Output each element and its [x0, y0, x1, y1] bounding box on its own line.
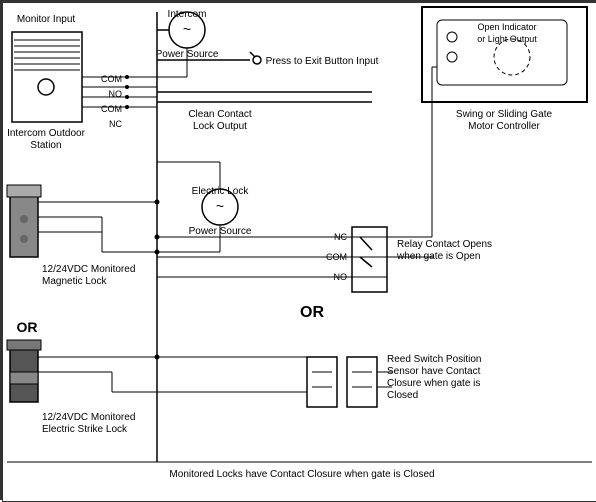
- svg-text:Lock Output: Lock Output: [193, 121, 247, 132]
- svg-text:Press to Exit Button Input: Press to Exit Button Input: [266, 56, 379, 67]
- svg-text:Relay Contact Opens: Relay Contact Opens: [397, 239, 492, 250]
- svg-text:or Light Output: or Light Output: [477, 34, 537, 44]
- svg-text:12/24VDC Monitored: 12/24VDC Monitored: [42, 412, 135, 423]
- svg-text:Closure when gate is: Closure when gate is: [387, 378, 480, 389]
- svg-text:Magnetic Lock: Magnetic Lock: [42, 276, 107, 287]
- svg-text:Intercom: Intercom: [168, 9, 207, 20]
- svg-text:Station: Station: [30, 140, 61, 151]
- svg-text:Closed: Closed: [387, 390, 418, 401]
- svg-text:Motor Controller: Motor Controller: [468, 121, 540, 132]
- svg-text:Monitored Locks have Contact C: Monitored Locks have Contact Closure whe…: [169, 469, 434, 480]
- wiring-diagram: Monitor Input Intercom Outdoor Station ~…: [0, 0, 596, 500]
- svg-text:~: ~: [183, 21, 191, 37]
- svg-text:COM: COM: [101, 104, 122, 114]
- svg-text:Open Indicator: Open Indicator: [477, 22, 536, 32]
- svg-text:Reed Switch Position: Reed Switch Position: [387, 354, 482, 365]
- svg-text:Electric Strike Lock: Electric Strike Lock: [42, 424, 128, 435]
- svg-text:Swing or Sliding Gate: Swing or Sliding Gate: [456, 109, 553, 120]
- svg-text:Clean Contact: Clean Contact: [188, 109, 252, 120]
- svg-text:COM: COM: [101, 74, 122, 84]
- svg-text:Intercom Outdoor: Intercom Outdoor: [7, 128, 85, 139]
- svg-text:~: ~: [216, 198, 224, 214]
- svg-text:OR: OR: [300, 304, 324, 321]
- svg-text:NC: NC: [109, 119, 122, 129]
- svg-text:Sensor have Contact: Sensor have Contact: [387, 366, 481, 377]
- svg-text:OR: OR: [17, 319, 38, 335]
- svg-text:12/24VDC Monitored: 12/24VDC Monitored: [42, 264, 135, 275]
- svg-text:Monitor Input: Monitor Input: [17, 14, 76, 25]
